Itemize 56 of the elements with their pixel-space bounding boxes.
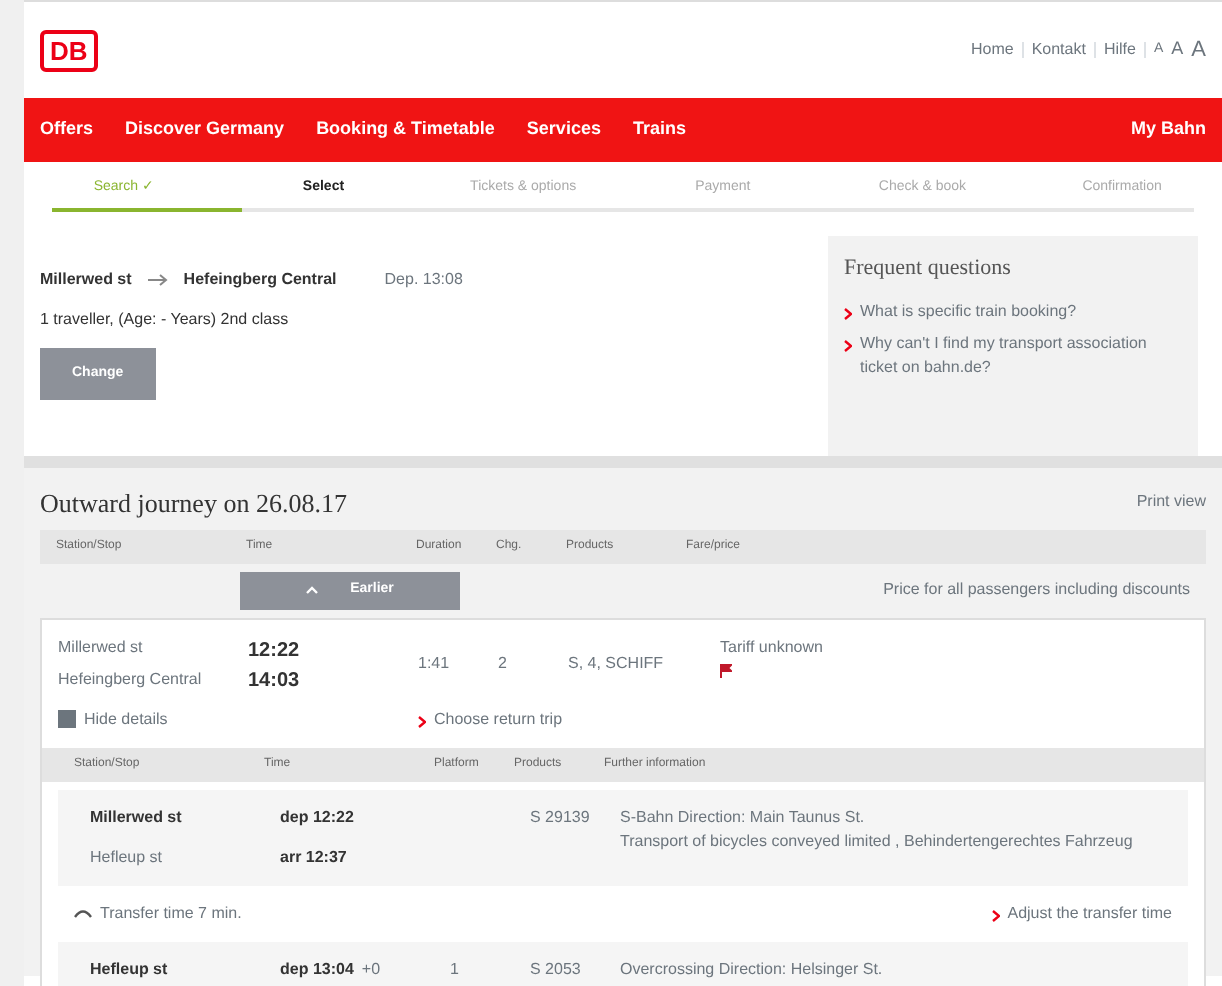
station-name: Hefleup st [90, 845, 165, 869]
transfer-text: Transfer time 7 min. [100, 901, 242, 925]
connection-time: 14:03 [248, 667, 302, 695]
faq-link[interactable]: Why can't I find my transport association ticket on bahn.de? [860, 332, 1182, 380]
travellers-text: 1 traveller, (Age: - Years) 2nd class [40, 307, 291, 331]
table-cell-text: 2 [498, 651, 509, 675]
price-note: Price for all passengers including discounts [883, 578, 1190, 603]
product-cell: S 2053 [530, 959, 581, 977]
account-link[interactable]: My Bahn [1130, 116, 1206, 144]
nav-link[interactable]: Offers [40, 116, 94, 144]
time-cell: dep 12:22 [280, 807, 354, 825]
font-size-option[interactable]: A [1191, 33, 1206, 67]
bullet-icon [844, 340, 852, 352]
time-cell: dep 13:04 [280, 959, 354, 977]
product-cell: S 29139 [530, 807, 590, 825]
station-name: Hefleup st [90, 957, 170, 981]
bullet-icon [991, 909, 1000, 921]
db-logo[interactable]: DB [40, 29, 98, 71]
header-link[interactable]: Hilfe [1103, 38, 1136, 62]
caret-icon [306, 586, 319, 595]
flag-icon [720, 663, 732, 678]
fare-text: Tariff unknown [720, 635, 823, 659]
font-size-option[interactable]: A [1171, 36, 1184, 64]
nav-link[interactable]: Trains [632, 116, 686, 144]
nav-link[interactable]: Booking & Timetable [316, 116, 495, 144]
station-name: Millerwed st [90, 805, 184, 829]
print-link[interactable]: Print view [1136, 490, 1206, 515]
hide-details-icon [58, 710, 76, 728]
info-text: Overcrossing Direction: Helsinger St. [620, 957, 883, 981]
header-link[interactable]: Kontakt [1031, 38, 1086, 62]
route-from: Millerwed st [40, 267, 132, 291]
station-name: Millerwed st [58, 635, 145, 659]
arrow-icon [147, 273, 168, 285]
faq-link[interactable]: What is specific train booking? [860, 300, 1077, 324]
table-cell-text: S, 4, SCHIFF [568, 651, 666, 675]
delay-text: +0 [361, 959, 381, 977]
faq-title: Frequent questions [844, 253, 1013, 283]
connection-time: 12:22 [248, 637, 302, 665]
header-link[interactable]: Home [970, 38, 1014, 62]
table-cell-text: 1:41 [418, 651, 452, 675]
bullet-icon [844, 308, 852, 320]
nav-link[interactable]: Discover Germany [125, 116, 285, 144]
info-text: Transport of bicycles conveyed limited , Behindertengerechtes Fahrzeug [620, 829, 1133, 853]
bullet-icon [418, 715, 426, 727]
adjust-transfer-link[interactable]: Adjust the transfer time [1007, 901, 1172, 925]
route-to: Hefeingberg Central [183, 267, 337, 291]
info-text: S-Bahn Direction: Main Taunus St. [620, 805, 867, 829]
transfer-icon [74, 908, 92, 918]
hide-details-link[interactable]: Hide details [84, 707, 168, 731]
station-name: Hefeingberg Central [58, 667, 204, 691]
platform-cell: 1 [450, 959, 459, 977]
return-trip-link[interactable]: Choose return trip [434, 707, 563, 731]
nav-link[interactable]: Services [526, 116, 601, 144]
time-cell-text: arr 12:37 [280, 845, 349, 869]
departure-time: Dep. 13:08 [384, 267, 463, 291]
section-title: Outward journey on 26.08.17 [40, 485, 347, 522]
